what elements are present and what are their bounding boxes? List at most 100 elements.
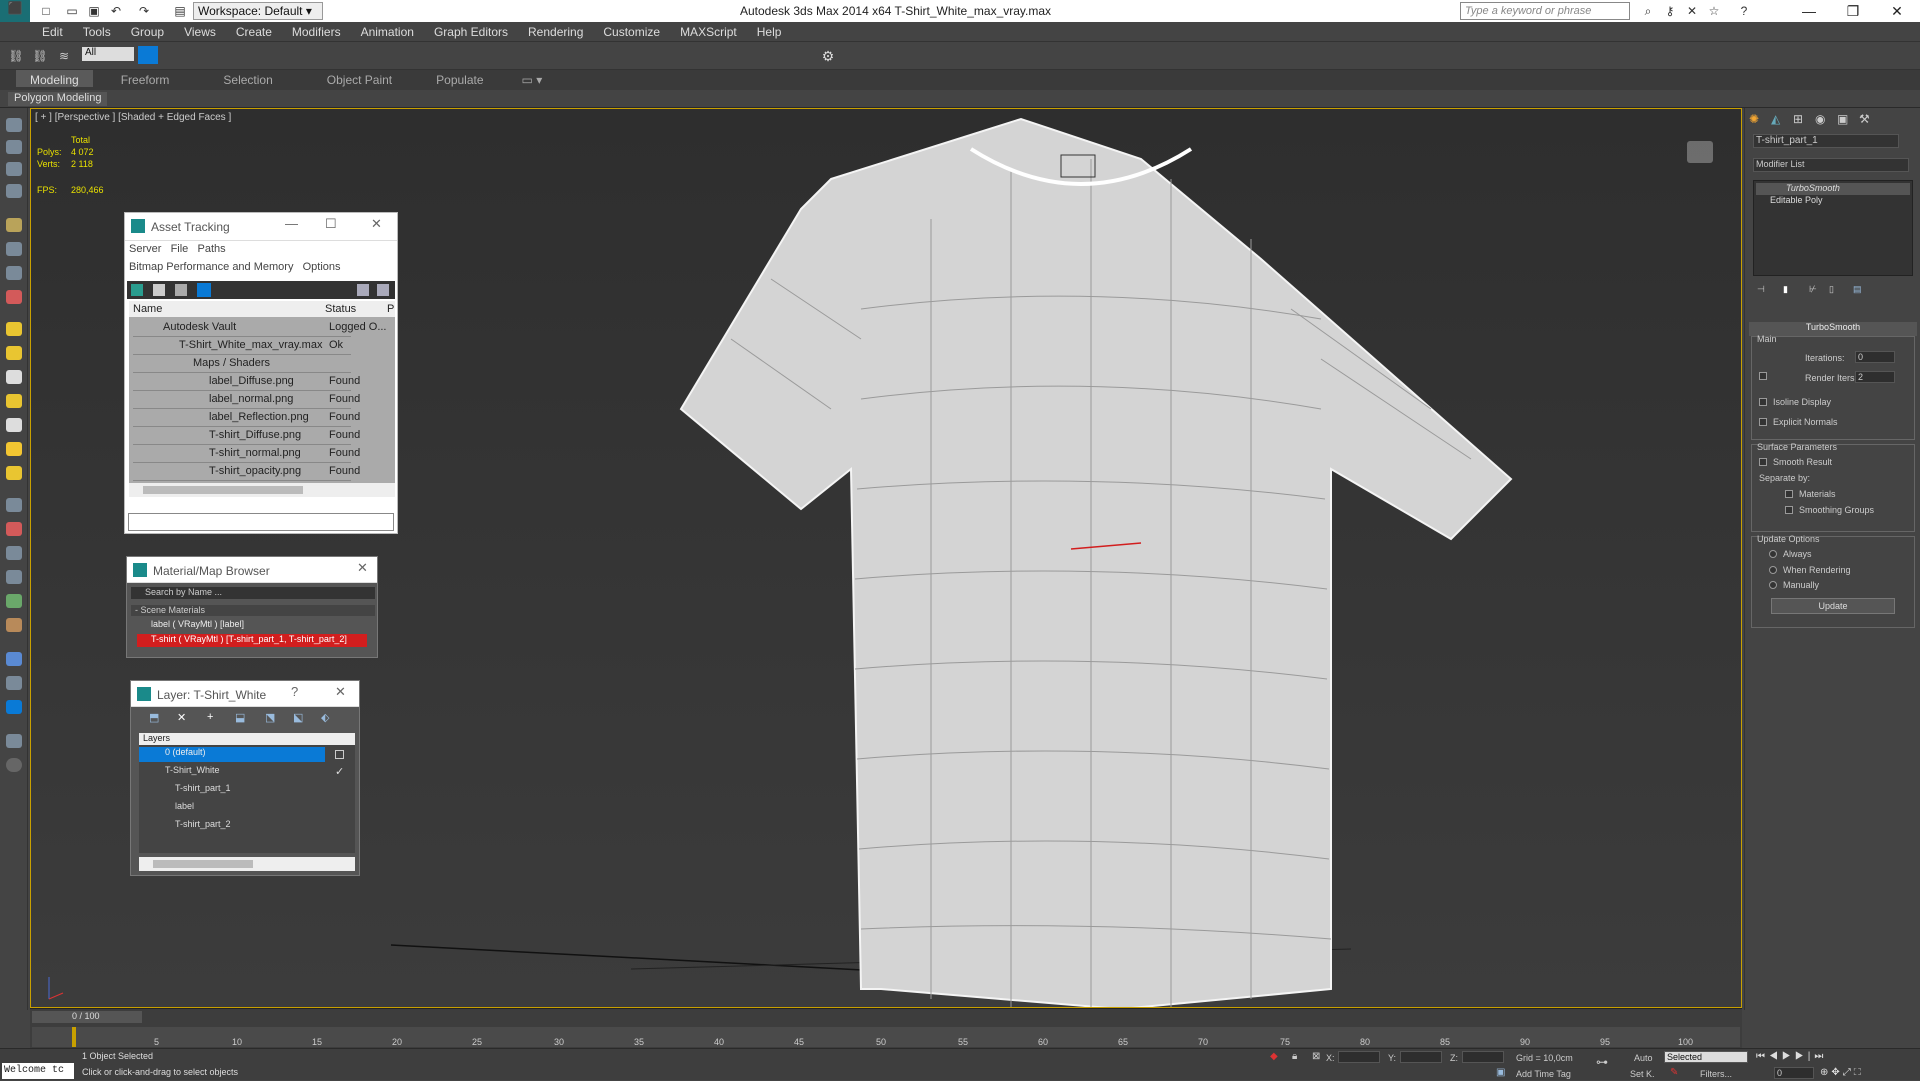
key-filter-dropdown[interactable]: Selected: [1664, 1051, 1748, 1063]
table-view-icon[interactable]: [197, 283, 211, 297]
new-file-icon[interactable]: □: [38, 3, 54, 19]
layer-item-part1[interactable]: T-shirt_part_1: [139, 783, 325, 798]
list-view-icon[interactable]: [153, 284, 165, 296]
remove-modifier-icon[interactable]: ▯: [1829, 284, 1834, 295]
menu-tools[interactable]: Tools: [73, 22, 121, 39]
close-icon[interactable]: ✕: [1876, 0, 1918, 22]
menu-maxscript[interactable]: MAXScript: [670, 22, 747, 39]
redo-icon[interactable]: ↷: [136, 3, 152, 19]
create-light-icon[interactable]: [6, 442, 22, 456]
help-icon[interactable]: ?: [291, 684, 298, 699]
hide-layer-icon[interactable]: ⬕: [293, 711, 303, 724]
highlight-layer-icon[interactable]: ⬔: [265, 711, 275, 724]
refresh-icon[interactable]: [131, 284, 143, 296]
tab-freeform[interactable]: Freeform: [107, 70, 184, 87]
table-row[interactable]: Autodesk Vault Logged O...: [133, 319, 387, 337]
create-cone-icon[interactable]: [6, 418, 22, 432]
create-cylinder-icon[interactable]: [6, 370, 22, 384]
maxscript-listener[interactable]: Welcome tc: [2, 1063, 74, 1079]
utilities-tab-icon[interactable]: ⚒: [1859, 112, 1870, 126]
current-layer-checkbox[interactable]: [335, 750, 344, 759]
pin-stack-icon[interactable]: ⊣: [1757, 284, 1765, 295]
create-sphere-icon[interactable]: [6, 346, 22, 360]
smooth-result-checkbox[interactable]: [1759, 458, 1767, 466]
freeze-layer-icon[interactable]: ⬖: [321, 711, 329, 724]
render-setup-icon[interactable]: ⚙: [820, 48, 836, 64]
select-object-button[interactable]: [138, 46, 158, 64]
exchange-icon[interactable]: ✕: [1684, 3, 1700, 19]
current-frame-field[interactable]: 0: [1774, 1067, 1814, 1079]
maximize-icon[interactable]: ☐: [325, 216, 337, 232]
create-helper-icon[interactable]: [6, 466, 22, 480]
tab-modeling[interactable]: Modeling: [16, 70, 93, 87]
layer-scrollbar[interactable]: [139, 857, 355, 871]
link-icon[interactable]: ⛓: [8, 48, 24, 64]
taper-icon[interactable]: [6, 546, 22, 560]
create-tab-icon[interactable]: ✺: [1749, 112, 1759, 126]
add-to-layer-icon[interactable]: +: [207, 711, 213, 723]
tab-populate[interactable]: Populate: [422, 70, 497, 87]
create-box-icon[interactable]: [6, 322, 22, 336]
render-iters-spinner[interactable]: 2: [1855, 371, 1895, 383]
material-item-tshirt[interactable]: T-shirt ( VRayMtl ) [T-shirt_part_1, T-s…: [137, 634, 367, 647]
close-icon[interactable]: ✕: [335, 684, 346, 700]
motion-tab-icon[interactable]: ◉: [1815, 112, 1825, 126]
help-icon[interactable]: [357, 284, 369, 296]
x-coordinate-field[interactable]: [1338, 1051, 1380, 1063]
material-search-input[interactable]: Search by Name ...: [131, 587, 375, 599]
minimize-icon[interactable]: —: [1788, 0, 1830, 22]
transform-mode-icon[interactable]: ⊠: [1312, 1051, 1320, 1062]
close-icon[interactable]: ✕: [357, 560, 368, 576]
render-icon[interactable]: [6, 676, 22, 690]
create-torus-icon[interactable]: [6, 394, 22, 408]
tab-selection[interactable]: Selection: [209, 70, 286, 87]
display-tab-icon[interactable]: ▣: [1837, 112, 1848, 126]
menu-server[interactable]: Server: [129, 243, 161, 255]
selection-filter-dropdown[interactable]: All: [82, 47, 134, 61]
layer-item-label[interactable]: label: [139, 801, 325, 816]
set-key-icon[interactable]: ⊶: [1596, 1055, 1608, 1069]
close-icon[interactable]: ✕: [371, 216, 382, 232]
col-path[interactable]: P: [387, 303, 394, 315]
search-input[interactable]: Type a keyword or phrase: [1460, 2, 1630, 20]
place-icon[interactable]: [6, 290, 22, 304]
select-layer-icon[interactable]: ⬓: [235, 711, 245, 724]
configure-sets-icon[interactable]: ▤: [1853, 284, 1862, 295]
lock-selection-icon[interactable]: 🔒︎: [1292, 1051, 1297, 1062]
restore-icon[interactable]: ❐: [1832, 0, 1874, 22]
asset-path-field[interactable]: [128, 513, 394, 531]
hierarchy-icon[interactable]: [6, 618, 22, 632]
menu-bitmap-performance[interactable]: Bitmap Performance and Memory: [129, 261, 293, 273]
material-browser-titlebar[interactable]: Material/Map Browser ✕: [127, 557, 377, 583]
col-name[interactable]: Name: [133, 303, 162, 315]
set-key-button[interactable]: Set K.: [1630, 1069, 1655, 1079]
menu-edit[interactable]: Edit: [32, 22, 73, 39]
z-coordinate-field[interactable]: [1462, 1051, 1504, 1063]
menu-graph-editors[interactable]: Graph Editors: [424, 22, 518, 39]
table-row[interactable]: label_Reflection.png Found: [133, 409, 360, 427]
stack-item-editable-poly[interactable]: Editable Poly: [1756, 195, 1910, 207]
scale-icon[interactable]: [6, 266, 22, 280]
time-slider[interactable]: 0 / 100: [32, 1011, 142, 1023]
save-file-icon[interactable]: ▣: [86, 3, 102, 19]
table-row[interactable]: label_normal.png Found: [133, 391, 360, 409]
scrollbar-thumb[interactable]: [143, 486, 303, 494]
asset-tracking-titlebar[interactable]: Asset Tracking — ☐ ✕: [125, 213, 397, 241]
iterations-spinner[interactable]: 0: [1855, 351, 1895, 363]
key-icon[interactable]: ⚷: [1662, 3, 1678, 19]
materials-checkbox[interactable]: [1785, 490, 1793, 498]
app-logo-icon[interactable]: ⬛: [0, 0, 30, 22]
menu-help[interactable]: Help: [747, 22, 792, 39]
table-row[interactable]: T-shirt_Diffuse.png Found: [133, 427, 360, 445]
make-unique-icon[interactable]: ⊬: [1809, 284, 1817, 295]
layer-manager-icon[interactable]: [6, 162, 22, 176]
move-icon[interactable]: [6, 218, 22, 232]
manually-radio[interactable]: [1769, 581, 1777, 589]
col-status[interactable]: Status: [325, 303, 356, 315]
checkmark-icon[interactable]: ✓: [335, 765, 344, 778]
viewport-navigation-controls[interactable]: ⊕✥⤢⛶: [1820, 1067, 1916, 1081]
workspace-dropdown[interactable]: Workspace: Default ▾: [193, 2, 323, 20]
layer-item-part2[interactable]: T-shirt_part_2: [139, 819, 325, 834]
menu-views[interactable]: Views: [174, 22, 226, 39]
menu-customize[interactable]: Customize: [593, 22, 670, 39]
